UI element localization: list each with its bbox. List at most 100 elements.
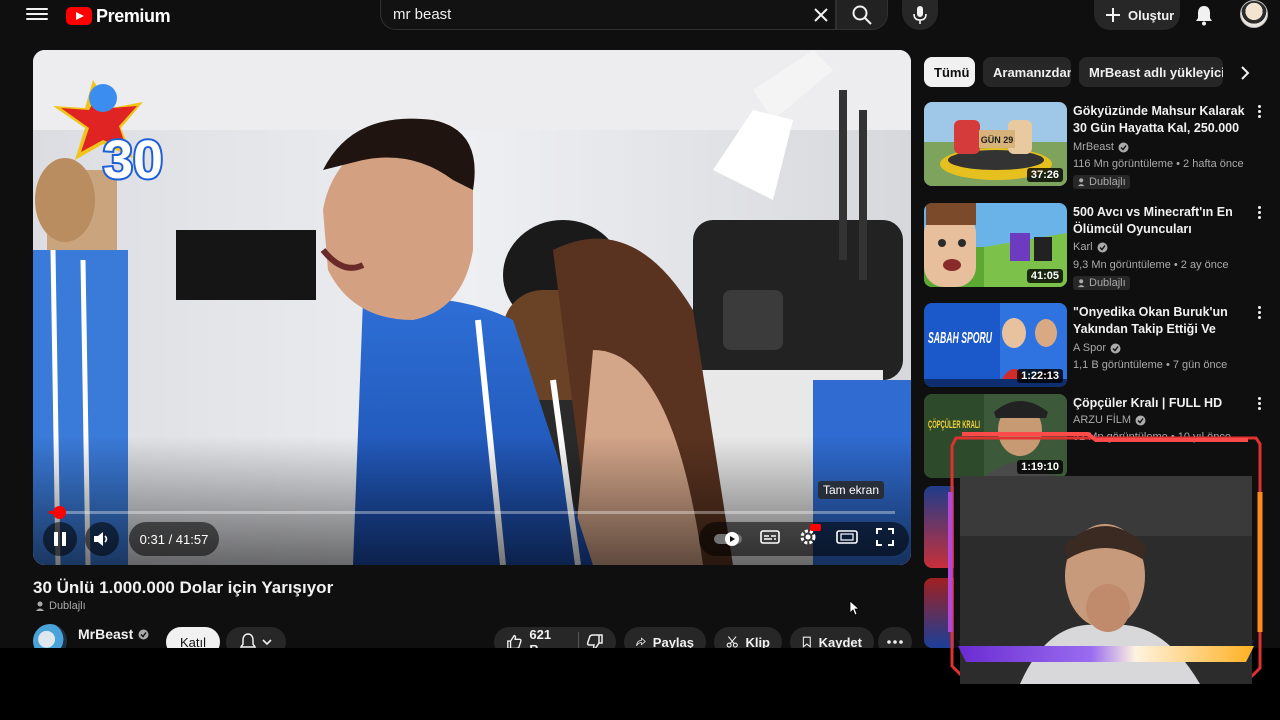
share-icon xyxy=(636,637,646,646)
thumbs-up-icon xyxy=(507,634,522,648)
recommendation-item[interactable]: GÜN 29 37:26 Gökyüzünde Mahsur Kalarak 3… xyxy=(924,102,1276,190)
recommendation-title[interactable]: "Onyedika Okan Buruk'un Yakından Takip E… xyxy=(1073,304,1255,338)
channel-name: MrBeast xyxy=(78,626,134,642)
chip-from-uploader[interactable]: MrBeast adlı yükleyiciden xyxy=(1079,57,1223,87)
dubbed-label: Dublajlı xyxy=(1089,176,1126,188)
save-label: Kaydet xyxy=(818,634,862,649)
recommendation-title[interactable]: Çöpçüler Kralı | FULL HD xyxy=(1073,395,1255,412)
microphone-icon xyxy=(913,6,927,24)
like-divider xyxy=(578,632,579,648)
recommendation-title[interactable]: Gökyüzünde Mahsur Kalarak 30 Gün Hayatta… xyxy=(1073,103,1255,137)
fullscreen-icon[interactable] xyxy=(875,527,895,552)
account-avatar[interactable] xyxy=(1240,0,1268,28)
recommendation-channel[interactable]: Karl xyxy=(1073,241,1108,253)
dubbed-icon xyxy=(36,601,44,611)
recommendation-meta: 9,3 Mn görüntüleme • 2 ay önce xyxy=(1073,259,1229,271)
video-title: 30 Ünlü 1.000.000 Dolar için Yarışıyor xyxy=(33,578,334,597)
join-button[interactable]: Katıl xyxy=(166,627,220,648)
dislike-button[interactable] xyxy=(586,633,604,648)
channel-name: A Spor xyxy=(1073,342,1107,354)
like-count: 621 B xyxy=(529,627,552,648)
more-actions-button[interactable] xyxy=(878,627,912,648)
video-frame: 30 xyxy=(33,50,911,565)
notifications-bell-icon[interactable] xyxy=(1192,3,1216,27)
channel-name: ARZU FİLM xyxy=(1073,414,1132,426)
like-dislike-group: 621 B xyxy=(494,627,616,648)
subtitles-icon[interactable] xyxy=(760,529,780,550)
autoplay-toggle[interactable] xyxy=(713,531,743,547)
theater-mode-icon[interactable] xyxy=(835,529,858,550)
more-vertical-icon[interactable] xyxy=(1254,206,1264,224)
dubbed-icon xyxy=(1077,279,1085,288)
video-duration: 1:22:13 xyxy=(1017,369,1063,383)
search-button[interactable] xyxy=(836,0,888,30)
more-vertical-icon[interactable] xyxy=(1254,397,1264,415)
menu-icon[interactable] xyxy=(26,5,48,25)
dubbed-label: Dublajlı xyxy=(1089,277,1126,289)
thumbnail-text: GÜN 29 xyxy=(981,135,1014,145)
save-button[interactable]: Kaydet xyxy=(790,627,874,648)
channel-avatar[interactable] xyxy=(33,624,67,648)
recommendation-item[interactable]: SABAH SPORU 1:22:13 "Onyedika Okan Buruk… xyxy=(924,303,1276,391)
settings-gear-icon[interactable] xyxy=(797,523,821,553)
clip-label: Klip xyxy=(745,634,770,649)
clip-button[interactable]: Klip xyxy=(714,627,782,648)
channel-name-link[interactable]: MrBeast xyxy=(78,626,149,642)
more-vertical-icon[interactable] xyxy=(1254,105,1264,123)
video-thumbnail[interactable]: SABAH SPORU 1:22:13 xyxy=(924,303,1067,387)
verified-badge-icon xyxy=(1118,142,1129,152)
search-box xyxy=(380,0,836,30)
chip-all[interactable]: Tümü xyxy=(924,57,975,87)
more-horizontal-icon xyxy=(887,640,903,644)
create-button[interactable]: Oluştur xyxy=(1094,0,1180,30)
fullscreen-tooltip: Tam ekran xyxy=(818,481,885,499)
video-thumbnail[interactable]: 41:05 xyxy=(924,203,1067,287)
more-vertical-icon[interactable] xyxy=(1254,306,1264,324)
clear-search-icon[interactable] xyxy=(810,4,832,26)
pause-button[interactable] xyxy=(43,522,77,556)
notification-bell-button[interactable] xyxy=(226,627,286,648)
progress-bar[interactable] xyxy=(49,506,895,519)
bell-icon xyxy=(240,633,256,648)
webcam-bottom-bar xyxy=(958,646,1254,662)
video-player[interactable]: 30 Tam ekran 0:31 / 41:57 xyxy=(33,50,911,565)
channel-name: Karl xyxy=(1073,241,1093,253)
dubbed-badge: Dublajlı xyxy=(35,600,86,612)
share-label: Paylaş xyxy=(652,634,694,649)
search-icon xyxy=(852,5,872,25)
volume-icon xyxy=(94,532,108,546)
video-thumbnail[interactable]: GÜN 29 37:26 xyxy=(924,102,1067,186)
video-duration: 41:05 xyxy=(1026,269,1063,283)
recommendation-meta: 116 Mn görüntüleme • 2 hafta önce xyxy=(1073,158,1244,170)
channel-name: MrBeast xyxy=(1073,141,1114,153)
recommendation-channel[interactable]: MrBeast xyxy=(1073,141,1129,153)
chip-from-search[interactable]: Aramanızdan xyxy=(983,57,1071,87)
search-input[interactable] xyxy=(393,6,793,23)
like-button[interactable]: 621 B xyxy=(506,627,561,648)
recommendation-item[interactable]: 41:05 500 Avcı vs Minecraft'ın En Ölümcü… xyxy=(924,203,1276,291)
dubbed-badge: Dublajlı xyxy=(1073,276,1130,290)
time-display: 0:31 / 41:57 xyxy=(129,522,219,556)
hd-badge-icon xyxy=(809,523,821,531)
verified-badge-icon xyxy=(1135,415,1146,425)
dubbed-badge: Dublajlı xyxy=(1073,175,1130,189)
voice-search-button[interactable] xyxy=(902,0,938,30)
thumbs-down-icon xyxy=(586,634,603,648)
youtube-play-icon xyxy=(66,7,92,25)
plus-icon xyxy=(1106,8,1120,22)
thumbnail-text: SABAH SPORU xyxy=(928,330,992,347)
recommendation-channel[interactable]: ARZU FİLM xyxy=(1073,414,1146,426)
share-button[interactable]: Paylaş xyxy=(624,627,706,648)
recommendation-channel[interactable]: A Spor xyxy=(1073,342,1121,354)
bookmark-icon xyxy=(802,636,811,648)
volume-button[interactable] xyxy=(85,522,119,556)
dubbed-label: Dublajlı xyxy=(49,600,86,612)
pause-icon xyxy=(54,532,66,546)
verified-badge-icon xyxy=(138,629,149,639)
logo-text: Premium xyxy=(96,5,171,26)
right-controls xyxy=(699,522,909,556)
recommendation-title[interactable]: 500 Avcı vs Minecraft'ın En Ölümcül Oyun… xyxy=(1073,204,1255,238)
youtube-premium-logo[interactable]: Premium xyxy=(66,5,171,27)
chevron-down-icon xyxy=(262,639,272,646)
chevron-right-icon[interactable] xyxy=(1232,60,1258,86)
